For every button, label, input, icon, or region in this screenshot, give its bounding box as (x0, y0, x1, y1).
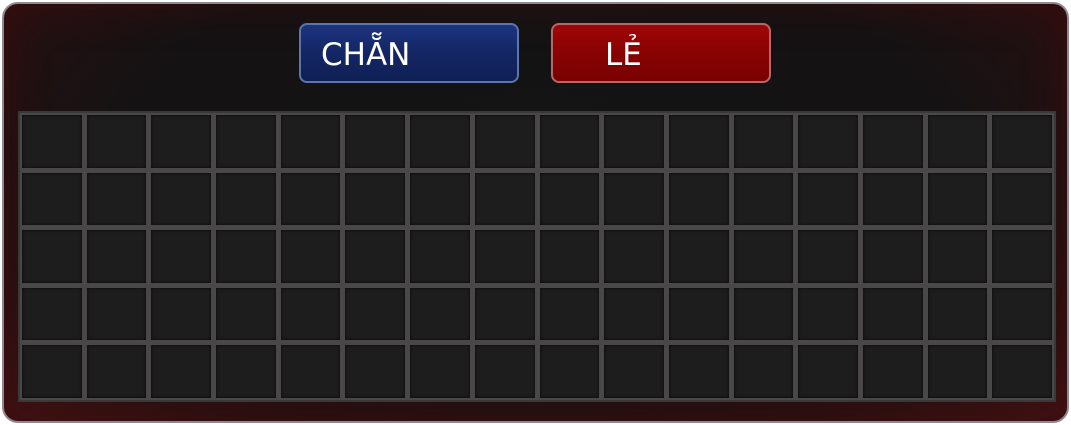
board-cell (733, 287, 794, 341)
board-cell (604, 345, 664, 398)
board-cell (992, 230, 1052, 283)
board-cell (798, 172, 858, 226)
board-cell (733, 345, 794, 398)
board-cell (474, 115, 535, 168)
odd-button[interactable]: LẺ (551, 23, 771, 83)
board-cell (86, 345, 147, 398)
board-cell (798, 287, 858, 341)
board-cell (280, 287, 341, 341)
board-cell (539, 172, 600, 226)
board-cell (345, 115, 406, 168)
board-cell (151, 287, 212, 341)
board-cell (668, 345, 729, 398)
board-cell (280, 345, 341, 398)
board-cell (345, 287, 406, 341)
board-cell (862, 172, 923, 226)
result-board (18, 111, 1056, 402)
board-cell (410, 230, 470, 283)
board-cell (86, 287, 147, 341)
board-cell (733, 115, 794, 168)
board-cell (539, 115, 600, 168)
board-cell (862, 345, 923, 398)
board-cell (604, 172, 664, 226)
board-cell (474, 345, 535, 398)
board-cell (151, 172, 212, 226)
board-cell (992, 287, 1052, 341)
board-cell (86, 172, 147, 226)
board-cell (539, 230, 600, 283)
board-cell (151, 345, 212, 398)
board-cell (927, 345, 988, 398)
board-cell (280, 230, 341, 283)
board-cell (992, 172, 1052, 226)
board-cell (604, 230, 664, 283)
board-cell (604, 287, 664, 341)
board-cell (862, 230, 923, 283)
board-cell (798, 115, 858, 168)
board-cell (927, 115, 988, 168)
board-cell (151, 230, 212, 283)
board-cell (22, 115, 82, 168)
board-cell (345, 345, 406, 398)
board-cell (86, 115, 147, 168)
board-cell (927, 230, 988, 283)
board-cell (86, 230, 147, 283)
board-cell (474, 230, 535, 283)
board-cell (539, 345, 600, 398)
even-button[interactable]: CHẴN (299, 23, 519, 83)
board-cell (216, 115, 276, 168)
board-cell (927, 172, 988, 226)
board-cell (798, 230, 858, 283)
board-cell (345, 172, 406, 226)
board-cell (992, 115, 1052, 168)
board-cell (22, 345, 82, 398)
board-cell (668, 287, 729, 341)
board-cell (410, 287, 470, 341)
board-cell (22, 172, 82, 226)
board-cell (539, 287, 600, 341)
board-cell (410, 345, 470, 398)
board-cell (280, 172, 341, 226)
board-cell (668, 115, 729, 168)
board-cell (216, 287, 276, 341)
board-cell (216, 172, 276, 226)
board-cell (992, 345, 1052, 398)
board-cell (668, 230, 729, 283)
board-cell (151, 115, 212, 168)
board-cell (668, 172, 729, 226)
board-cell (22, 287, 82, 341)
board-cell (410, 115, 470, 168)
board-cell (410, 172, 470, 226)
board-cell (604, 115, 664, 168)
board-cell (22, 230, 82, 283)
board-cell (798, 345, 858, 398)
board-cell (927, 287, 988, 341)
board-cell (733, 172, 794, 226)
board-cell (474, 287, 535, 341)
board-cell (280, 115, 341, 168)
board-cell (216, 345, 276, 398)
board-cell (345, 230, 406, 283)
board-cell (474, 172, 535, 226)
history-panel: CHẴN LẺ (2, 2, 1069, 423)
board-cell (862, 287, 923, 341)
board-cell (733, 230, 794, 283)
board-cell (216, 230, 276, 283)
board-cell (862, 115, 923, 168)
